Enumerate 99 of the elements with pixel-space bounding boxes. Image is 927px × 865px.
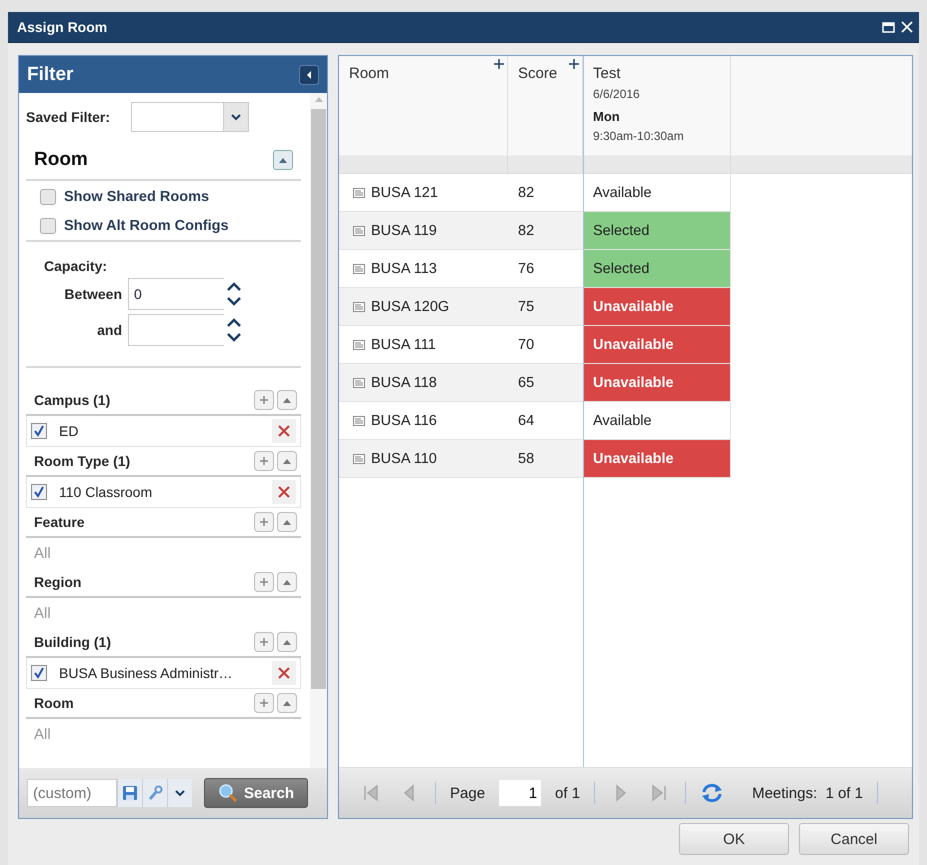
facet-value: All	[33, 544, 52, 564]
field-label: and	[96, 322, 122, 338]
field-label: Capacity:	[43, 258, 108, 274]
caret-icon[interactable]	[231, 114, 242, 120]
dialog-button[interactable]: OK	[679, 823, 789, 855]
meeting-time: 9:30am-10:30am	[593, 129, 685, 143]
facet-value: ED	[59, 423, 80, 439]
checkbox-label: Show Alt Room Configs	[64, 218, 229, 234]
facet-title: Building (1)	[34, 634, 111, 650]
room-icon	[353, 226, 365, 236]
field-label: Between	[63, 286, 122, 302]
room-icon	[353, 454, 365, 464]
checkbox-label: Show Shared Rooms	[64, 189, 210, 205]
facet-title: Feature	[34, 514, 85, 530]
up-arrow-icon[interactable]	[282, 458, 292, 464]
up-arrow-icon[interactable]	[282, 519, 292, 525]
room-icon	[353, 188, 365, 198]
checkbox[interactable]	[40, 189, 56, 205]
facet-value: All	[33, 604, 52, 624]
facet-title: Campus (1)	[34, 392, 110, 408]
table-cell: BUSA 110	[339, 440, 508, 478]
capacity-field[interactable]: 0	[128, 278, 224, 310]
collapse-button[interactable]	[277, 632, 297, 652]
table-cell: 58	[508, 440, 583, 478]
status-cell[interactable]: Unavailable	[583, 440, 731, 478]
collapse-button[interactable]	[273, 150, 293, 170]
capacity-field[interactable]	[128, 314, 224, 346]
remove-button[interactable]	[272, 661, 296, 685]
facet-value: All	[33, 724, 52, 744]
remove-button[interactable]	[272, 419, 296, 443]
table-cell: 75	[508, 288, 583, 326]
add-button[interactable]	[254, 693, 274, 713]
search-icon[interactable]	[218, 783, 238, 803]
facet-title: Room Type (1)	[34, 453, 130, 469]
up-arrow-icon[interactable]	[282, 397, 292, 403]
scrollbar[interactable]	[310, 93, 327, 768]
search-button[interactable]: Search	[204, 778, 308, 808]
up-arrow-icon[interactable]	[278, 157, 288, 163]
status-cell[interactable]: Unavailable	[583, 364, 731, 402]
checkbox[interactable]	[31, 484, 47, 500]
window-title: Assign Room	[17, 19, 108, 35]
status-cell[interactable]: Selected	[583, 212, 731, 250]
plus-icon[interactable]	[569, 59, 579, 69]
page-field[interactable]: 1	[499, 780, 542, 806]
custom-filter-field[interactable]: (custom)	[27, 779, 117, 807]
status-cell[interactable]: Available	[583, 402, 731, 440]
maximize-icon[interactable]	[882, 22, 895, 32]
collapse-icon[interactable]	[299, 64, 319, 84]
status-cell[interactable]: Available	[583, 174, 731, 212]
collapse-button[interactable]	[277, 451, 297, 471]
facet-title: Region	[34, 574, 82, 590]
add-button[interactable]	[254, 390, 274, 410]
checkbox[interactable]	[40, 218, 56, 234]
remove-button[interactable]	[272, 480, 296, 504]
wrench-icon[interactable]	[147, 785, 163, 801]
page-label: Page	[450, 784, 486, 802]
panel-title: Filter	[27, 64, 74, 86]
checkbox[interactable]	[31, 665, 47, 681]
add-button[interactable]	[254, 632, 274, 652]
room-icon	[353, 302, 365, 312]
table-cell: BUSA 119	[339, 212, 508, 250]
save-icon[interactable]	[122, 785, 138, 801]
add-button[interactable]	[254, 451, 274, 471]
status-cell[interactable]: Unavailable	[583, 288, 731, 326]
page-count: of 1	[555, 784, 580, 802]
column-header[interactable]: Room	[339, 56, 508, 173]
meeting-day: Mon	[593, 109, 720, 124]
room-icon	[353, 340, 365, 350]
status-cell[interactable]: Unavailable	[583, 326, 731, 364]
section-title: Room	[34, 149, 88, 171]
room-icon	[353, 378, 365, 388]
column-header[interactable]: Test	[593, 65, 720, 82]
collapse-button[interactable]	[277, 693, 297, 713]
facet-value: 110 Classroom	[59, 484, 154, 500]
table-cell: BUSA 118	[339, 364, 508, 402]
table-cell: 82	[508, 212, 583, 250]
collapse-button[interactable]	[277, 390, 297, 410]
up-arrow-icon[interactable]	[282, 639, 292, 645]
add-button[interactable]	[254, 572, 274, 592]
add-button[interactable]	[254, 512, 274, 532]
field-label: Saved Filter:	[26, 109, 110, 125]
room-icon	[353, 416, 365, 426]
caret-icon[interactable]	[175, 790, 185, 796]
collapse-button[interactable]	[277, 512, 297, 532]
checkbox[interactable]	[31, 423, 47, 439]
room-icon	[353, 264, 365, 274]
table-cell: 65	[508, 364, 583, 402]
dialog-button[interactable]: Cancel	[799, 823, 909, 855]
up-arrow-icon[interactable]	[282, 700, 292, 706]
up-arrow-icon[interactable]	[282, 579, 292, 585]
plus-icon[interactable]	[494, 59, 504, 69]
table-cell: BUSA 120G	[339, 288, 508, 326]
meeting-date: 6/6/2016	[593, 87, 641, 101]
facet-title: Room	[34, 695, 74, 711]
facet-value: BUSA Business Administr…	[59, 665, 234, 681]
refresh-icon[interactable]	[700, 782, 724, 804]
status-cell[interactable]: Selected	[583, 250, 731, 288]
collapse-button[interactable]	[277, 572, 297, 592]
meetings-count: Meetings: 1 of 1	[752, 784, 863, 802]
